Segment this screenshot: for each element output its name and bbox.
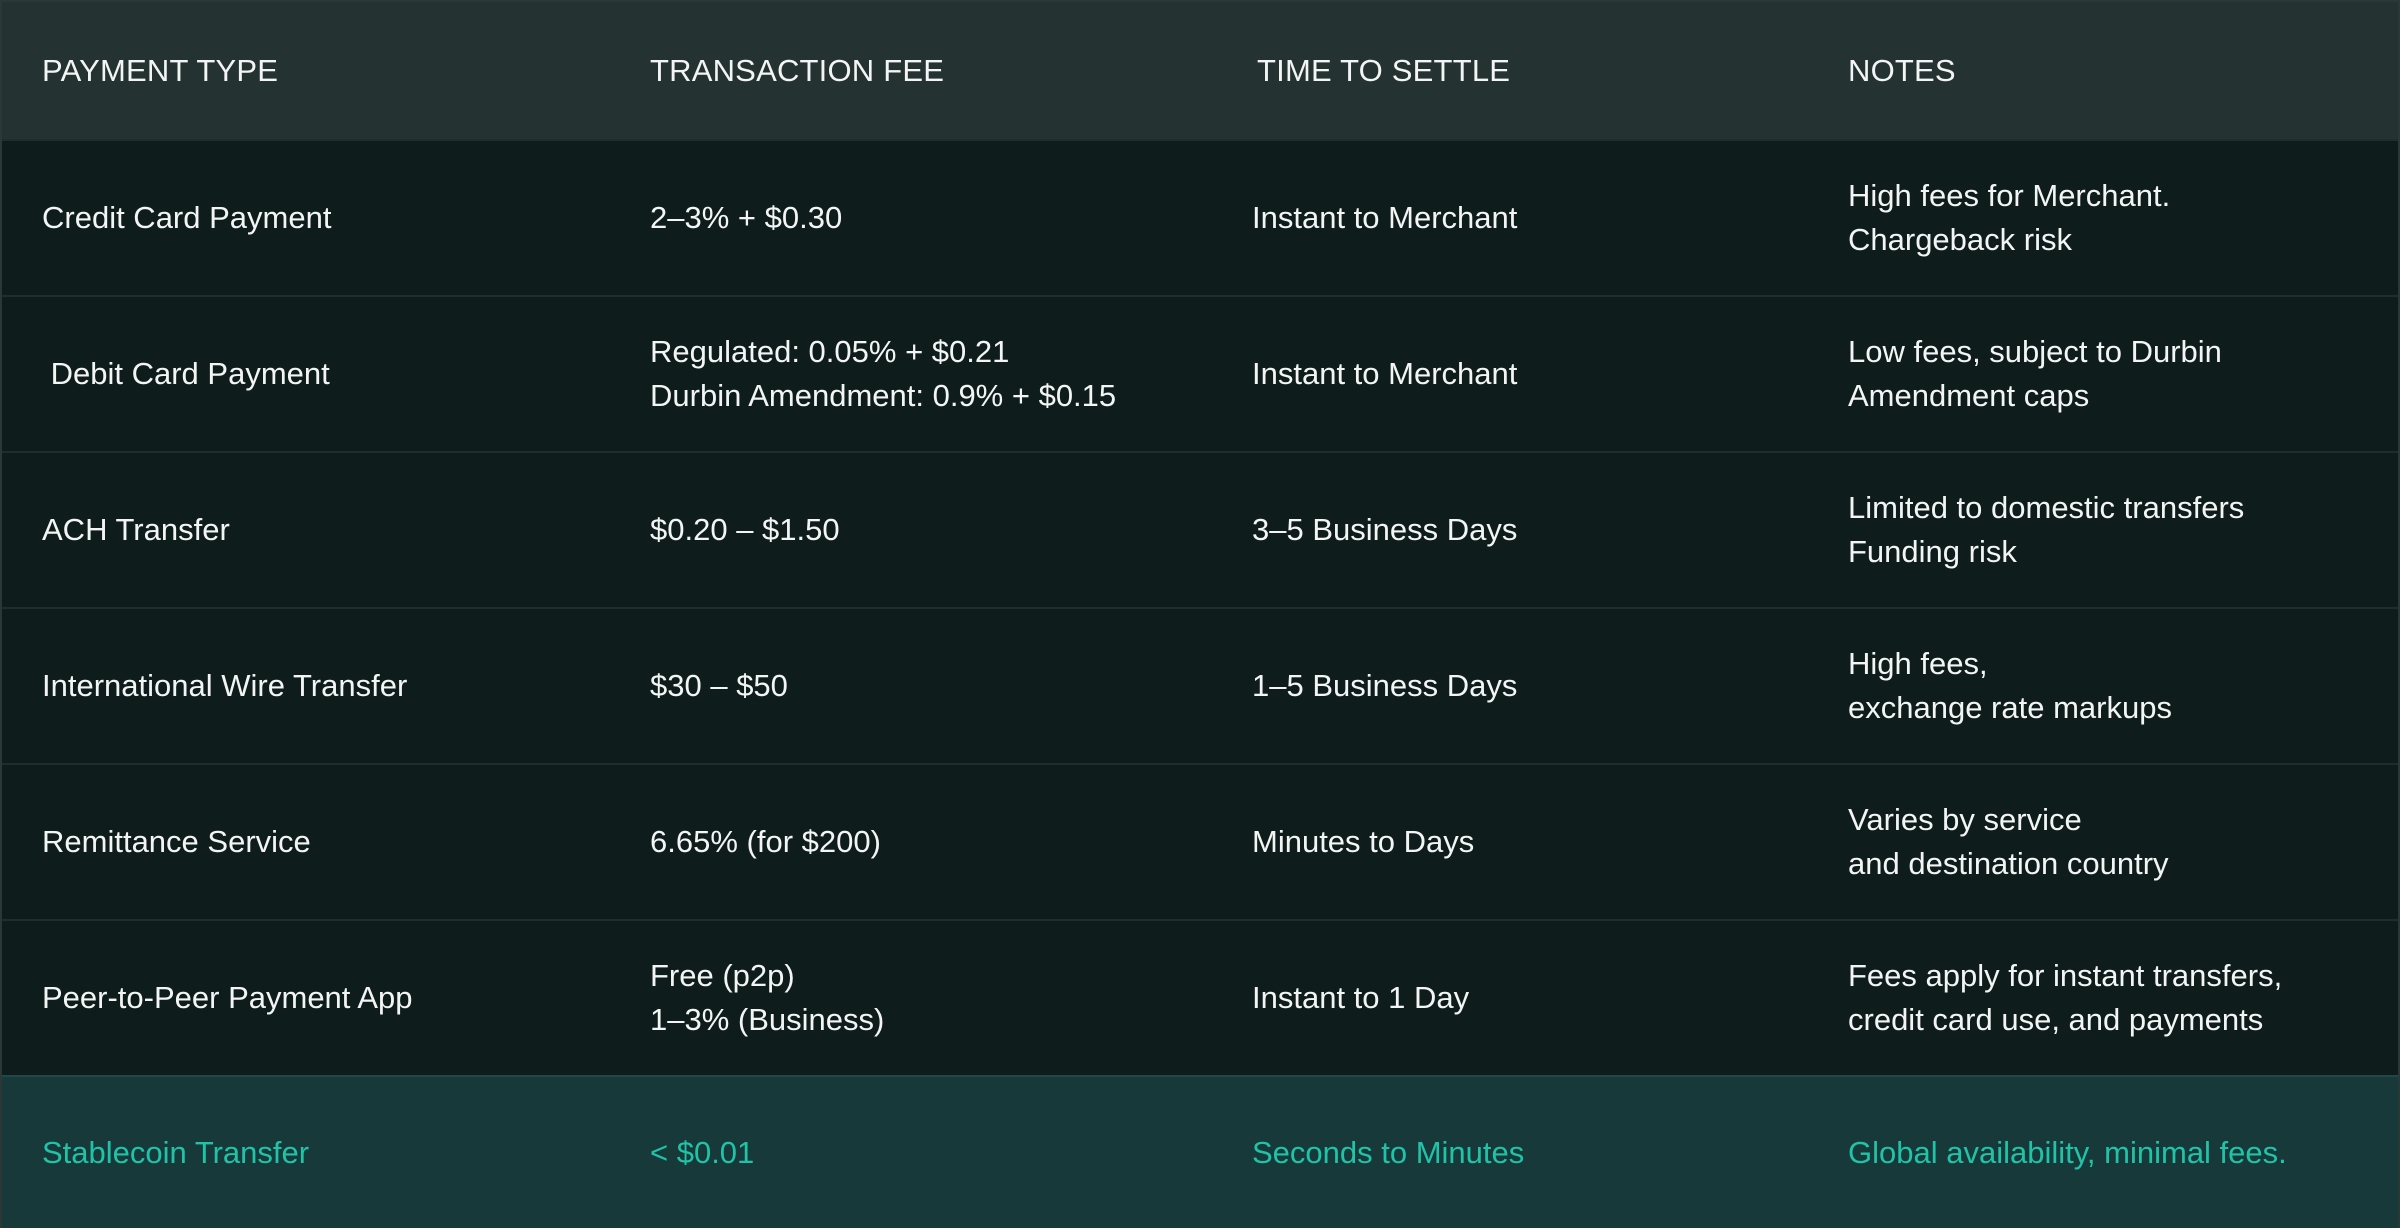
- transaction-fee-cell: 2–3% + $0.30: [650, 141, 842, 295]
- notes-cell: Fees apply for instant transfers, credit…: [1848, 921, 2282, 1075]
- time-to-settle-cell: Instant to 1 Day: [1252, 980, 1470, 1015]
- transaction-fee-cell: Regulated: 0.05% + $0.21 Durbin Amendmen…: [650, 297, 1116, 451]
- table-row-peer-to-peer: Peer-to-Peer Payment App Free (p2p) 1–3%…: [2, 919, 2398, 1075]
- header-time-to-settle: TIME TO SETTLE: [1257, 52, 1511, 88]
- time-to-settle-cell: Seconds to Minutes: [1252, 1134, 1525, 1170]
- payment-type-cell: Debit Card Payment: [42, 356, 330, 391]
- notes-line: exchange rate markups: [1848, 690, 2172, 725]
- transaction-fee-cell: < $0.01: [650, 1077, 754, 1228]
- notes-line: Low fees, subject to Durbin: [1848, 334, 2222, 369]
- notes-line: Limited to domestic transfers: [1848, 490, 2245, 525]
- fee-line: $30 – $50: [650, 668, 788, 703]
- fee-line: Regulated: 0.05% + $0.21: [650, 334, 1010, 369]
- table-row-credit-card: Credit Card Payment 2–3% + $0.30 Instant…: [2, 139, 2398, 295]
- table-row-international-wire: International Wire Transfer $30 – $50 1–…: [2, 607, 2398, 763]
- time-to-settle-cell: 1–5 Business Days: [1252, 668, 1518, 703]
- notes-cell: High fees for Merchant. Chargeback risk: [1848, 141, 2170, 295]
- fee-line: Free (p2p): [650, 958, 795, 993]
- notes-line: credit card use, and payments: [1848, 1002, 2264, 1037]
- notes-line: Global availability, minimal fees.: [1848, 1134, 2287, 1170]
- notes-cell: Global availability, minimal fees.: [1848, 1077, 2287, 1228]
- notes-line: High fees for Merchant.: [1848, 178, 2171, 213]
- table-row-debit-card: Debit Card Payment Regulated: 0.05% + $0…: [2, 295, 2398, 451]
- fee-line: $0.20 – $1.50: [650, 512, 840, 547]
- notes-cell: Limited to domestic transfers Funding ri…: [1848, 453, 2244, 607]
- notes-line: Fees apply for instant transfers,: [1848, 958, 2283, 993]
- fee-line: < $0.01: [650, 1134, 755, 1170]
- time-to-settle-cell: 3–5 Business Days: [1252, 512, 1518, 547]
- payment-comparison-table: PAYMENT TYPE TRANSACTION FEE TIME TO SET…: [0, 0, 2400, 1228]
- notes-line: Funding risk: [1848, 534, 2017, 569]
- transaction-fee-cell: $0.20 – $1.50: [650, 453, 840, 607]
- header-notes: NOTES: [1848, 52, 1956, 88]
- table-row-remittance: Remittance Service 6.65% (for $200) Minu…: [2, 763, 2398, 919]
- payment-type-cell: Credit Card Payment: [42, 200, 332, 235]
- notes-line: Chargeback risk: [1848, 222, 2072, 257]
- header-transaction-fee: TRANSACTION FEE: [650, 52, 945, 88]
- table-row-ach: ACH Transfer $0.20 – $1.50 3–5 Business …: [2, 451, 2398, 607]
- time-to-settle-cell: Minutes to Days: [1252, 824, 1475, 859]
- transaction-fee-cell: $30 – $50: [650, 609, 788, 763]
- fee-line: 1–3% (Business): [650, 1002, 885, 1037]
- time-to-settle-cell: Instant to Merchant: [1252, 356, 1518, 391]
- fee-line: Durbin Amendment: 0.9% + $0.15: [650, 378, 1117, 413]
- header-payment-type: PAYMENT TYPE: [42, 52, 279, 88]
- payment-type-cell: Remittance Service: [42, 824, 311, 859]
- payment-type-cell: ACH Transfer: [42, 512, 230, 547]
- payment-type-cell: International Wire Transfer: [42, 668, 408, 703]
- notes-line: Varies by service: [1848, 802, 2082, 837]
- notes-line: High fees,: [1848, 646, 1988, 681]
- fee-line: 6.65% (for $200): [650, 824, 881, 859]
- notes-cell: Low fees, subject to Durbin Amendment ca…: [1848, 297, 2222, 451]
- transaction-fee-cell: 6.65% (for $200): [650, 765, 881, 919]
- notes-line: and destination country: [1848, 846, 2169, 881]
- notes-cell: Varies by service and destination countr…: [1848, 765, 2169, 919]
- table-header: PAYMENT TYPE TRANSACTION FEE TIME TO SET…: [2, 2, 2398, 139]
- fee-line: 2–3% + $0.30: [650, 200, 843, 235]
- payment-type-cell: Stablecoin Transfer: [42, 1134, 310, 1170]
- transaction-fee-cell: Free (p2p) 1–3% (Business): [650, 921, 884, 1075]
- payment-type-cell: Peer-to-Peer Payment App: [42, 980, 413, 1015]
- notes-line: Amendment caps: [1848, 378, 2090, 413]
- notes-cell: High fees, exchange rate markups: [1848, 609, 2172, 763]
- table-row-stablecoin: Stablecoin Transfer < $0.01 Seconds to M…: [2, 1075, 2398, 1228]
- time-to-settle-cell: Instant to Merchant: [1252, 200, 1518, 235]
